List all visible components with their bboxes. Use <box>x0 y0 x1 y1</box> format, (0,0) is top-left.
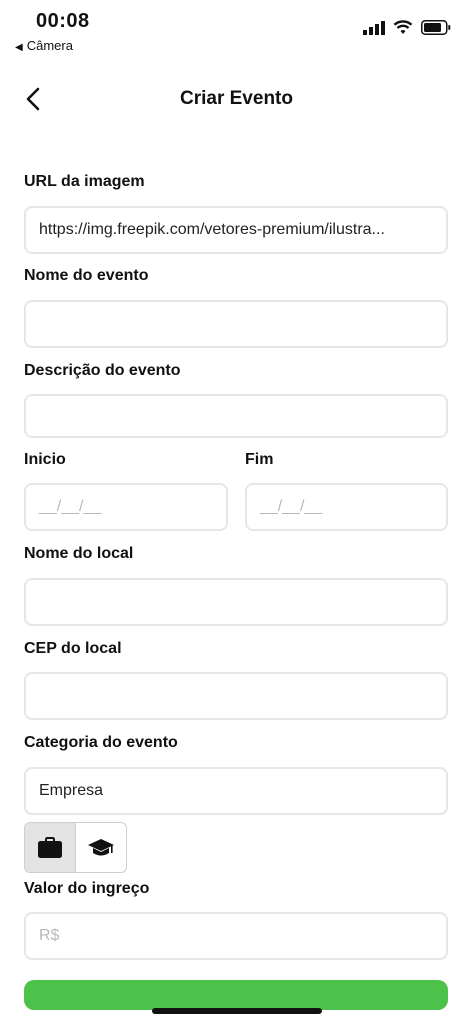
venue-name-input[interactable] <box>24 578 448 626</box>
nav-bar: Criar Evento <box>0 78 473 122</box>
cellular-signal-icon <box>363 20 385 35</box>
image-url-value: https://img.freepik.com/vetores-premium/… <box>39 221 385 238</box>
image-url-label: URL da imagem <box>24 173 145 190</box>
clock: 00:08 <box>36 10 90 32</box>
page-title: Criar Evento <box>180 88 293 109</box>
briefcase-icon <box>38 836 62 858</box>
event-description-input[interactable] <box>24 394 448 438</box>
ticket-price-input[interactable]: R$ <box>24 912 448 960</box>
end-date-input[interactable]: __/__/__ <box>245 483 448 531</box>
category-label: Categoria do evento <box>24 734 178 751</box>
image-url-input[interactable]: https://img.freepik.com/vetores-premium/… <box>24 206 448 254</box>
category-toggle-group <box>24 822 127 873</box>
start-date-label: Inicio <box>24 451 66 468</box>
status-bar: 00:08 ◀ Câmera <box>0 0 473 60</box>
venue-cep-label: CEP do local <box>24 640 122 657</box>
event-name-label: Nome do evento <box>24 267 149 284</box>
category-education-button[interactable] <box>75 823 126 872</box>
category-select[interactable]: Empresa <box>24 767 448 815</box>
wifi-icon <box>393 20 413 34</box>
event-description-label: Descrição do evento <box>24 362 181 379</box>
start-date-placeholder: __/__/__ <box>39 498 102 515</box>
back-app-label: Câmera <box>26 38 73 53</box>
end-date-placeholder: __/__/__ <box>260 498 323 515</box>
ticket-price-placeholder: R$ <box>39 927 60 944</box>
end-date-label: Fim <box>245 451 274 468</box>
graduation-cap-icon <box>88 838 114 855</box>
submit-button[interactable] <box>24 980 448 1010</box>
back-triangle-icon: ◀ <box>15 42 23 53</box>
category-business-button[interactable] <box>25 823 75 872</box>
home-indicator[interactable] <box>152 1008 322 1014</box>
event-name-input[interactable] <box>24 300 448 348</box>
ticket-price-label: Valor do ingreço <box>24 880 150 897</box>
start-date-input[interactable]: __/__/__ <box>24 483 228 531</box>
category-value: Empresa <box>39 782 104 799</box>
status-icons <box>363 20 451 35</box>
venue-name-label: Nome do local <box>24 545 134 562</box>
venue-cep-input[interactable] <box>24 672 448 720</box>
back-to-app-link[interactable]: ◀ Câmera <box>15 38 73 53</box>
battery-icon <box>421 20 451 35</box>
